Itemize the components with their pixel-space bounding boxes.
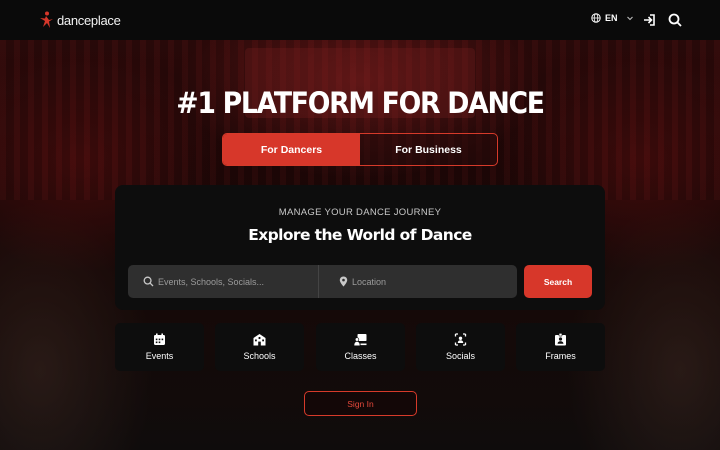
language-selector[interactable]: EN (591, 13, 634, 23)
globe-icon (591, 13, 601, 23)
search-bar (128, 265, 517, 298)
logo-text: danceplace (57, 12, 121, 28)
search-button[interactable]: Search (524, 265, 592, 298)
dancer-logo-icon (40, 11, 53, 28)
category-label: Events (145, 351, 174, 361)
category-label: Socials (445, 351, 475, 361)
search-card-subtitle: MANAGE YOUR DANCE JOURNEY (278, 207, 442, 218)
logo[interactable]: danceplace (38, 11, 121, 29)
category-classes[interactable]: Classes (316, 323, 405, 371)
calendar-icon (154, 333, 165, 345)
page-title: #1 PLATFORM FOR DANCE (176, 86, 545, 120)
category-socials[interactable]: Socials (416, 323, 505, 371)
search-icon[interactable] (667, 12, 683, 28)
search-input[interactable] (158, 276, 318, 287)
classes-icon (354, 334, 367, 346)
category-label: Schools (243, 351, 276, 361)
category-frames[interactable]: Frames (516, 323, 605, 371)
search-icon (143, 276, 154, 287)
socials-icon (454, 333, 467, 346)
chevron-down-icon (626, 16, 633, 21)
page: danceplace EN #1 PLATFORM FOR DANCE For … (0, 0, 720, 450)
audience-tabs: For Dancers For Business (222, 133, 498, 166)
language-label: EN (605, 13, 618, 23)
sign-in-button[interactable]: Sign In (304, 391, 417, 416)
query-field (128, 265, 318, 298)
category-events[interactable]: Events (115, 323, 204, 371)
location-field (319, 265, 512, 298)
location-pin-icon (339, 276, 348, 287)
login-icon[interactable] (641, 12, 657, 28)
category-label: Classes (344, 351, 377, 361)
category-label: Frames (545, 351, 576, 361)
tab-for-dancers[interactable]: For Dancers (223, 134, 360, 165)
school-icon (253, 334, 266, 346)
category-schools[interactable]: Schools (215, 323, 304, 371)
top-navbar: danceplace EN (0, 0, 720, 40)
search-card-title: Explore the World of Dance (248, 226, 472, 244)
tab-for-business[interactable]: For Business (360, 134, 497, 165)
search-card: MANAGE YOUR DANCE JOURNEY Explore the Wo… (115, 185, 605, 310)
location-input[interactable] (352, 276, 512, 287)
frames-icon (555, 333, 566, 346)
